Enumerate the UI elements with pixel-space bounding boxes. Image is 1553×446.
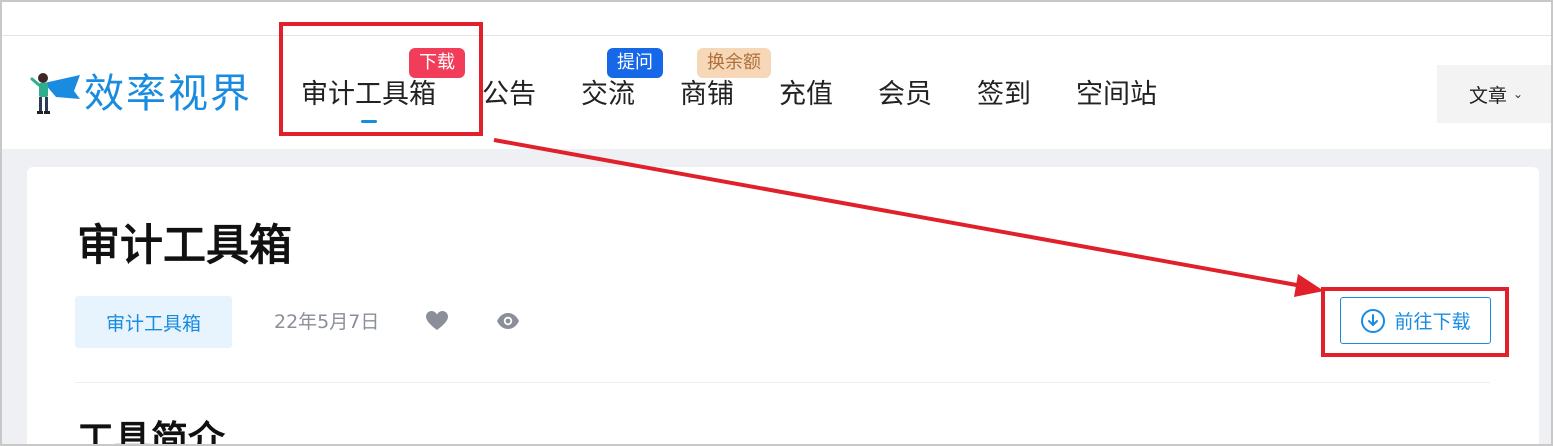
nav-item-membership[interactable]: 会员 — [878, 77, 932, 113]
nav-badge-ask: 提问 — [607, 48, 663, 78]
heart-icon[interactable] — [425, 310, 449, 332]
nav-item-discussion[interactable]: 交流 — [581, 77, 635, 113]
active-nav-indicator — [361, 120, 377, 123]
chevron-down-icon: ⌄ — [1512, 87, 1524, 101]
article-menu-label: 文章 — [1468, 84, 1507, 107]
nav-item-announcements[interactable]: 公告 — [482, 77, 536, 113]
publish-date: 22年5月7日 — [274, 311, 380, 333]
section-title: 工具简介 — [77, 418, 225, 446]
nav-item-shop[interactable]: 商铺 — [680, 77, 734, 113]
site-header: 效率视界 下载 提问 换余额 审计工具箱 公告 交流 商铺 充值 会员 签到 空… — [2, 37, 1551, 149]
eye-icon — [497, 313, 519, 329]
article-menu-dropdown[interactable]: 文章 ⌄ — [1437, 65, 1551, 123]
nav-item-space-station[interactable]: 空间站 — [1076, 77, 1157, 113]
go-download-label: 前往下载 — [1394, 312, 1471, 333]
nav-badge-download: 下载 — [409, 48, 465, 78]
nav-item-checkin[interactable]: 签到 — [977, 77, 1031, 113]
main-nav: 下载 提问 换余额 审计工具箱 公告 交流 商铺 充值 会员 签到 空间站 — [2, 37, 1202, 149]
article-card — [27, 167, 1539, 444]
cloud-download-icon — [1361, 308, 1386, 333]
nav-item-audit-toolbox[interactable]: 审计工具箱 — [301, 77, 436, 113]
browser-viewport: 效率视界 下载 提问 换余额 审计工具箱 公告 交流 商铺 充值 会员 签到 空… — [0, 0, 1553, 446]
nav-badge-exchange: 换余额 — [697, 48, 771, 78]
meta-divider — [75, 382, 1490, 383]
go-download-button[interactable]: 前往下载 — [1340, 297, 1491, 344]
article-title: 审计工具箱 — [77, 221, 292, 271]
category-tag[interactable]: 审计工具箱 — [75, 296, 232, 348]
nav-item-recharge[interactable]: 充值 — [779, 77, 833, 113]
top-bar — [2, 2, 1551, 36]
